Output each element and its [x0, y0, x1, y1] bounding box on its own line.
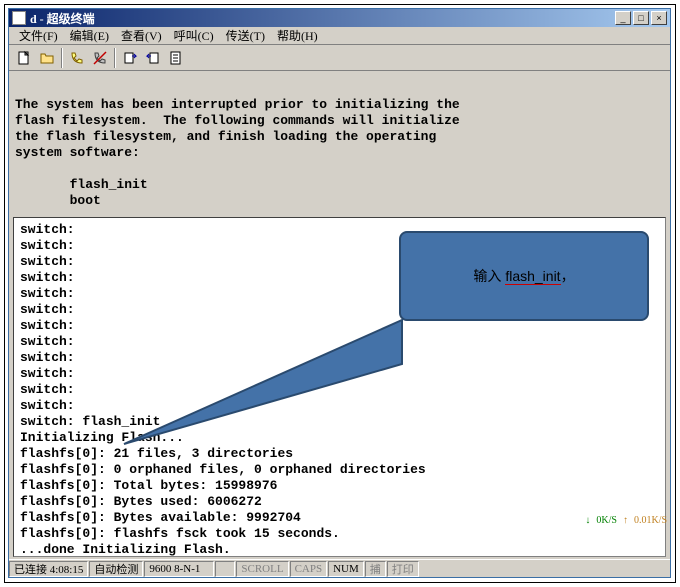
new-button[interactable]: [13, 47, 35, 68]
statusbar: 已连接 4:08:15 自动检测 9600 8-N-1 SCROLL CAPS …: [9, 559, 670, 577]
status-capture: 捕: [365, 561, 386, 577]
receive-icon: [145, 50, 161, 66]
menu-file[interactable]: 文件(F): [13, 26, 64, 45]
status-scroll: SCROLL: [236, 561, 288, 577]
menu-edit[interactable]: 编辑(E): [64, 26, 115, 45]
callout-text: 输入 flash_init，: [471, 264, 576, 288]
minimize-button[interactable]: _: [615, 11, 631, 25]
maximize-button[interactable]: □: [633, 11, 649, 25]
callout-keyword: flash_init: [505, 268, 560, 285]
menu-transfer[interactable]: 传送(T): [220, 26, 271, 45]
menu-view[interactable]: 查看(V): [115, 26, 168, 45]
status-caps: CAPS: [290, 561, 328, 577]
toolbar: [9, 45, 670, 71]
phone-disconnect-icon: [92, 50, 108, 66]
download-arrow-icon: ↓: [585, 515, 590, 526]
window-buttons: _ □ ×: [615, 11, 667, 25]
titlebar: d - 超级终端 _ □ ×: [9, 9, 670, 27]
app-window: d - 超级终端 _ □ × 文件(F) 编辑(E) 查看(V) 呼叫(C) 传…: [8, 8, 671, 578]
content-area: The system has been interrupted prior to…: [9, 71, 670, 559]
connect-button[interactable]: [66, 47, 88, 68]
close-button[interactable]: ×: [651, 11, 667, 25]
status-settings: 9600 8-N-1: [144, 561, 214, 577]
new-doc-icon: [16, 50, 32, 66]
receive-button[interactable]: [142, 47, 164, 68]
speed-badge: ↓ 0K/S ↑ 0.01K/S: [585, 515, 667, 526]
open-button[interactable]: [36, 47, 58, 68]
status-connected: 已连接 4:08:15: [9, 561, 88, 577]
download-speed: 0K/S: [596, 515, 617, 526]
toolbar-separator: [61, 48, 63, 68]
menu-call[interactable]: 呼叫(C): [168, 26, 220, 45]
status-num: NUM: [328, 561, 364, 577]
phone-connect-icon: [69, 50, 85, 66]
send-icon: [122, 50, 138, 66]
menu-help[interactable]: 帮助(H): [271, 26, 324, 45]
send-button[interactable]: [119, 47, 141, 68]
callout-suffix: ，: [561, 268, 575, 284]
open-folder-icon: [39, 50, 55, 66]
status-detect: 自动检测: [89, 561, 143, 577]
menubar: 文件(F) 编辑(E) 查看(V) 呼叫(C) 传送(T) 帮助(H): [9, 27, 670, 45]
status-blank: [215, 561, 235, 577]
upload-speed: 0.01K/S: [634, 515, 667, 526]
app-icon: [12, 11, 26, 25]
status-print: 打印: [387, 561, 419, 577]
window-title: d - 超级终端: [30, 10, 615, 27]
callout-prefix: 输入: [473, 268, 505, 284]
outer-frame: d - 超级终端 _ □ × 文件(F) 编辑(E) 查看(V) 呼叫(C) 传…: [4, 4, 676, 583]
callout-box: 输入 flash_init，: [399, 231, 649, 321]
callout: 输入 flash_init，: [399, 231, 649, 321]
disconnect-button[interactable]: [89, 47, 111, 68]
upload-arrow-icon: ↑: [623, 515, 628, 526]
toolbar-separator: [114, 48, 116, 68]
properties-button[interactable]: [165, 47, 187, 68]
properties-icon: [168, 50, 184, 66]
